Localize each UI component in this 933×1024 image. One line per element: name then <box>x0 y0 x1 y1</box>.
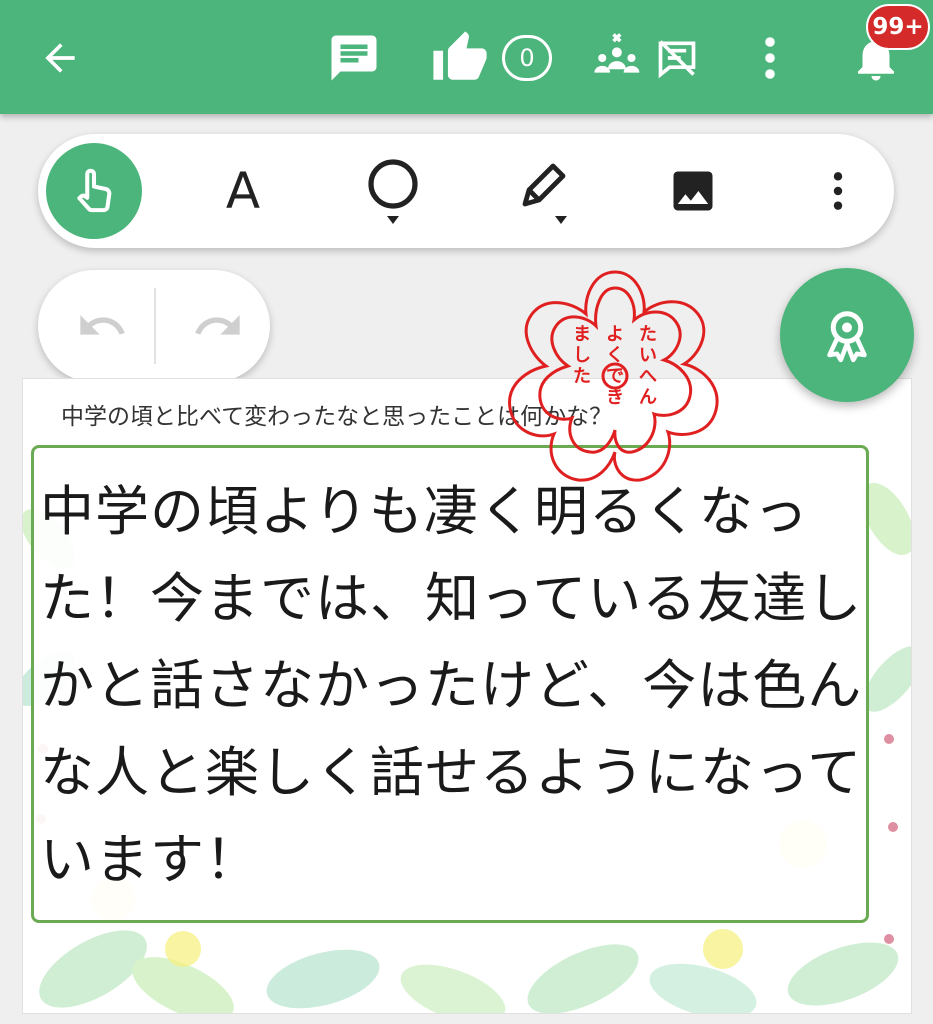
comments-off-button[interactable] <box>652 28 702 88</box>
redo-icon <box>195 315 240 335</box>
undo-redo-bar <box>38 270 270 382</box>
pointer-tool-button[interactable] <box>46 143 142 239</box>
comment-icon <box>331 35 377 81</box>
drawing-toolbar: A <box>38 134 894 248</box>
thumbs-up-icon <box>433 31 487 80</box>
more-vert-icon <box>765 37 775 79</box>
undo-icon <box>80 315 125 335</box>
image-tool-button[interactable] <box>658 134 728 248</box>
pen-tool-button[interactable] <box>508 134 578 248</box>
image-icon <box>673 171 713 211</box>
stamp-text: たいへんよくできました <box>573 324 657 408</box>
like-count: 0 <box>502 35 552 81</box>
comments-off-icon <box>658 40 696 79</box>
redo-button[interactable] <box>188 296 248 356</box>
shape-circle-icon <box>368 159 418 224</box>
group-remove-button[interactable] <box>590 28 646 88</box>
toolbar-more-button[interactable] <box>818 134 858 248</box>
answer-text-box[interactable]: 中学の頃よりも凄く明るくなった！今までは、知っている友達しかと話さなかったけど、… <box>31 445 869 923</box>
award-ribbon-icon <box>827 311 867 363</box>
teacher-stamp: たいへんよくできました <box>508 270 719 482</box>
back-button[interactable] <box>30 28 90 88</box>
back-arrow-icon <box>45 43 75 73</box>
comment-button[interactable] <box>324 28 384 88</box>
group-remove-icon <box>594 33 640 73</box>
text-tool-icon: A <box>225 162 261 220</box>
answer-text: 中学の頃よりも凄く明るくなった！今までは、知っている友達しかと話さなかったけど、… <box>40 480 863 891</box>
like-button[interactable] <box>428 28 492 88</box>
question-text: 中学の頃と比べて変わったなと思ったことは何かな？ <box>61 404 613 430</box>
text-tool-button[interactable]: A <box>208 134 278 248</box>
shape-tool-button[interactable] <box>358 134 428 248</box>
app-bar: 0 99+ <box>0 0 933 114</box>
pencil-icon <box>522 163 567 224</box>
undo-redo-divider <box>154 288 156 364</box>
more-vert-icon <box>833 172 843 210</box>
answer-card: 中学の頃と比べて変わったなと思ったことは何かな？ 中学の頃よりも凄く明るくなった… <box>22 378 912 1014</box>
undo-button[interactable] <box>72 296 132 356</box>
award-stamp-button[interactable] <box>780 268 914 402</box>
more-options-button[interactable] <box>750 28 790 88</box>
notification-badge: 99+ <box>866 4 930 50</box>
pointer-hand-icon <box>77 168 112 213</box>
